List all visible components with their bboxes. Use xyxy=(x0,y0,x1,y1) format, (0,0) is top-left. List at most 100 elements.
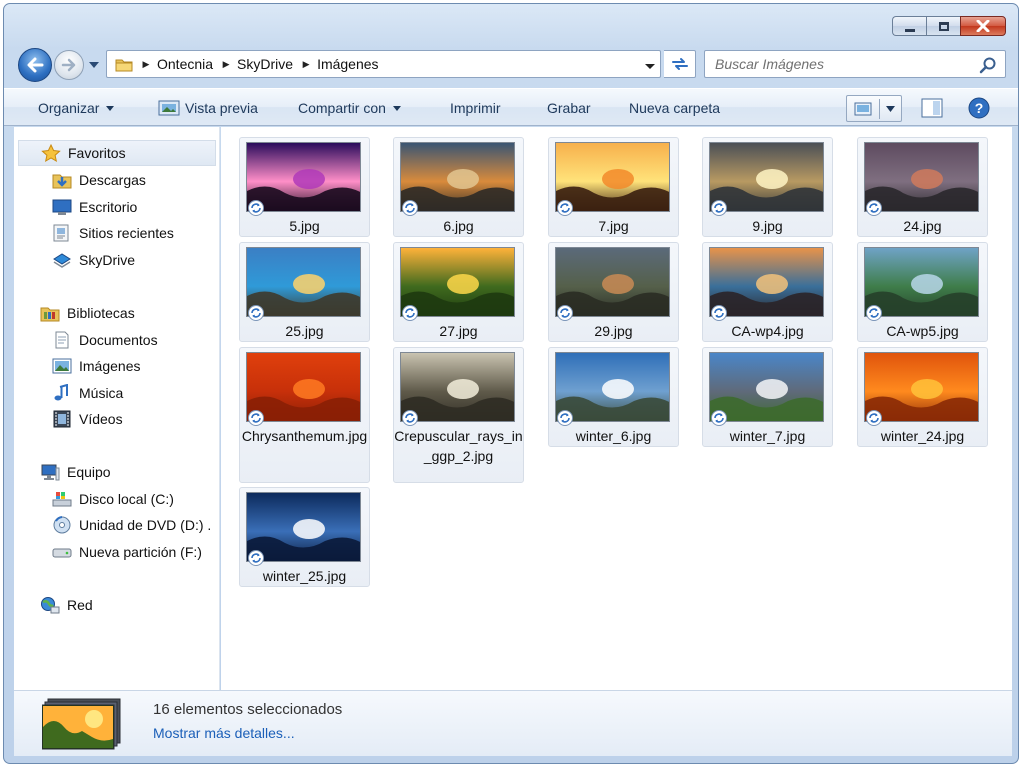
file-item[interactable]: 7.jpg xyxy=(548,137,679,237)
refresh-button[interactable] xyxy=(664,50,696,78)
back-button[interactable] xyxy=(18,48,52,82)
sidebar-item-desktop[interactable]: Escritorio xyxy=(14,194,219,220)
image-thumbnail xyxy=(246,492,361,562)
sidebar-item-documents[interactable]: Documentos xyxy=(14,327,219,353)
maximize-button[interactable] xyxy=(926,16,960,36)
file-item[interactable]: CA-wp4.jpg xyxy=(702,242,833,342)
sidebar-group-label: Equipo xyxy=(67,464,111,480)
breadcrumb-separator[interactable]: ▶ xyxy=(299,50,313,78)
sidebar-item-dvd-drive[interactable]: Unidad de DVD (D:) . xyxy=(14,512,219,538)
preview-button[interactable]: Vista previa xyxy=(158,89,258,127)
sidebar-item-skydrive[interactable]: SkyDrive xyxy=(14,247,219,273)
help-button[interactable]: ? xyxy=(968,97,990,119)
file-item[interactable]: Crepuscular_rays_in_ggp_2.jpg xyxy=(393,347,524,483)
share-menu[interactable]: Compartir con xyxy=(298,89,401,127)
breadcrumb-item[interactable]: SkyDrive xyxy=(233,50,299,78)
sync-status-icon xyxy=(557,305,573,321)
breadcrumb-item[interactable]: Ontecnia xyxy=(153,50,219,78)
explorer-window: ▶ Ontecnia ▶ SkyDrive ▶ Imágenes Organiz… xyxy=(3,3,1019,764)
sidebar-item-pictures[interactable]: Imágenes xyxy=(14,353,219,379)
file-name: 7.jpg xyxy=(598,218,629,234)
sidebar-group-label: Bibliotecas xyxy=(67,305,135,321)
sidebar-item-videos[interactable]: Vídeos xyxy=(14,406,219,432)
file-item[interactable]: 29.jpg xyxy=(548,242,679,342)
address-dropdown[interactable] xyxy=(644,59,656,71)
file-item[interactable]: winter_25.jpg xyxy=(239,487,370,587)
recent-pages-dropdown[interactable] xyxy=(88,59,100,71)
help-icon: ? xyxy=(968,97,990,119)
organize-menu[interactable]: Organizar xyxy=(38,89,115,127)
sidebar-item-local-disk[interactable]: Disco local (C:) xyxy=(14,486,219,512)
skydrive-icon xyxy=(52,251,72,269)
film-strip-icon xyxy=(52,410,72,428)
file-item[interactable]: 9.jpg xyxy=(702,137,833,237)
hard-drive-icon xyxy=(52,543,72,561)
navigation-pane: Favoritos Descargas Escritorio Sitios re… xyxy=(14,127,220,690)
sync-status-icon xyxy=(557,200,573,216)
close-button[interactable] xyxy=(960,16,1006,36)
breadcrumb-separator[interactable]: ▶ xyxy=(219,50,233,78)
command-bar: Organizar Vista previa Compartir con Imp… xyxy=(4,88,1018,126)
title-bar[interactable] xyxy=(4,4,1018,44)
file-item[interactable]: winter_7.jpg xyxy=(702,347,833,447)
file-item[interactable]: 24.jpg xyxy=(857,137,988,237)
sidebar-item-label: Unidad de DVD (D:) . xyxy=(79,517,212,533)
preview-label: Vista previa xyxy=(185,100,258,116)
libraries-icon xyxy=(40,304,60,322)
sync-status-icon xyxy=(866,305,882,321)
sidebar-group-label: Favoritos xyxy=(68,145,126,161)
forward-button[interactable] xyxy=(54,50,84,80)
details-pane: 16 elementos seleccionados Mostrar más d… xyxy=(14,690,1012,756)
sync-status-icon xyxy=(711,410,727,426)
documents-icon xyxy=(52,331,72,349)
address-bar[interactable]: ▶ Ontecnia ▶ SkyDrive ▶ Imágenes xyxy=(106,50,661,78)
window-controls xyxy=(892,16,1006,36)
preview-pane-button[interactable] xyxy=(921,97,943,119)
show-more-details-link[interactable]: Mostrar más detalles... xyxy=(153,725,295,741)
sidebar-item-recent-places[interactable]: Sitios recientes xyxy=(14,220,219,246)
file-name: 9.jpg xyxy=(752,218,783,234)
sync-status-icon xyxy=(711,305,727,321)
image-thumbnail xyxy=(400,247,515,317)
sidebar-libraries[interactable]: Bibliotecas xyxy=(14,300,219,326)
sidebar-item-new-partition[interactable]: Nueva partición (F:) xyxy=(14,539,219,565)
breadcrumb-item[interactable]: Imágenes xyxy=(313,50,384,78)
search-input[interactable] xyxy=(705,51,965,77)
file-name: winter_25.jpg xyxy=(262,568,347,584)
file-name: 27.jpg xyxy=(439,323,478,339)
file-item[interactable]: CA-wp5.jpg xyxy=(857,242,988,342)
file-item[interactable]: Chrysanthemum.jpg xyxy=(239,347,370,483)
image-thumbnail xyxy=(709,247,824,317)
sidebar-favorites[interactable]: Favoritos xyxy=(18,140,216,166)
sidebar-computer[interactable]: Equipo xyxy=(14,459,219,485)
file-name: Crepuscular_rays_in_ggp_2.jpg xyxy=(394,428,523,464)
image-thumbnail xyxy=(246,247,361,317)
file-item[interactable]: 27.jpg xyxy=(393,242,524,342)
file-name: 29.jpg xyxy=(594,323,633,339)
sidebar-group-label: Red xyxy=(67,597,93,613)
search-icon[interactable] xyxy=(979,56,997,74)
print-label: Imprimir xyxy=(450,100,501,116)
breadcrumb-separator[interactable]: ▶ xyxy=(139,50,153,78)
new-folder-button[interactable]: Nueva carpeta xyxy=(629,89,720,127)
file-item[interactable]: 6.jpg xyxy=(393,137,524,237)
minimize-button[interactable] xyxy=(892,16,926,36)
file-item[interactable]: winter_6.jpg xyxy=(548,347,679,447)
chevron-down-icon xyxy=(645,64,655,69)
file-item[interactable]: 5.jpg xyxy=(239,137,370,237)
preview-pane-icon xyxy=(921,98,943,118)
file-item[interactable]: 25.jpg xyxy=(239,242,370,342)
sync-status-icon xyxy=(402,200,418,216)
file-item[interactable]: winter_24.jpg xyxy=(857,347,988,447)
sidebar-item-music[interactable]: Música xyxy=(14,380,219,406)
organize-label: Organizar xyxy=(38,100,100,116)
back-arrow-icon xyxy=(27,57,44,73)
burn-button[interactable]: Grabar xyxy=(547,89,591,127)
sidebar-item-label: Documentos xyxy=(79,332,158,348)
sidebar-item-downloads[interactable]: Descargas xyxy=(14,167,219,193)
change-view-button[interactable] xyxy=(846,95,902,122)
print-button[interactable]: Imprimir xyxy=(450,89,501,127)
sidebar-network[interactable]: Red xyxy=(14,592,219,618)
sync-status-icon xyxy=(557,410,573,426)
sync-status-icon xyxy=(866,200,882,216)
